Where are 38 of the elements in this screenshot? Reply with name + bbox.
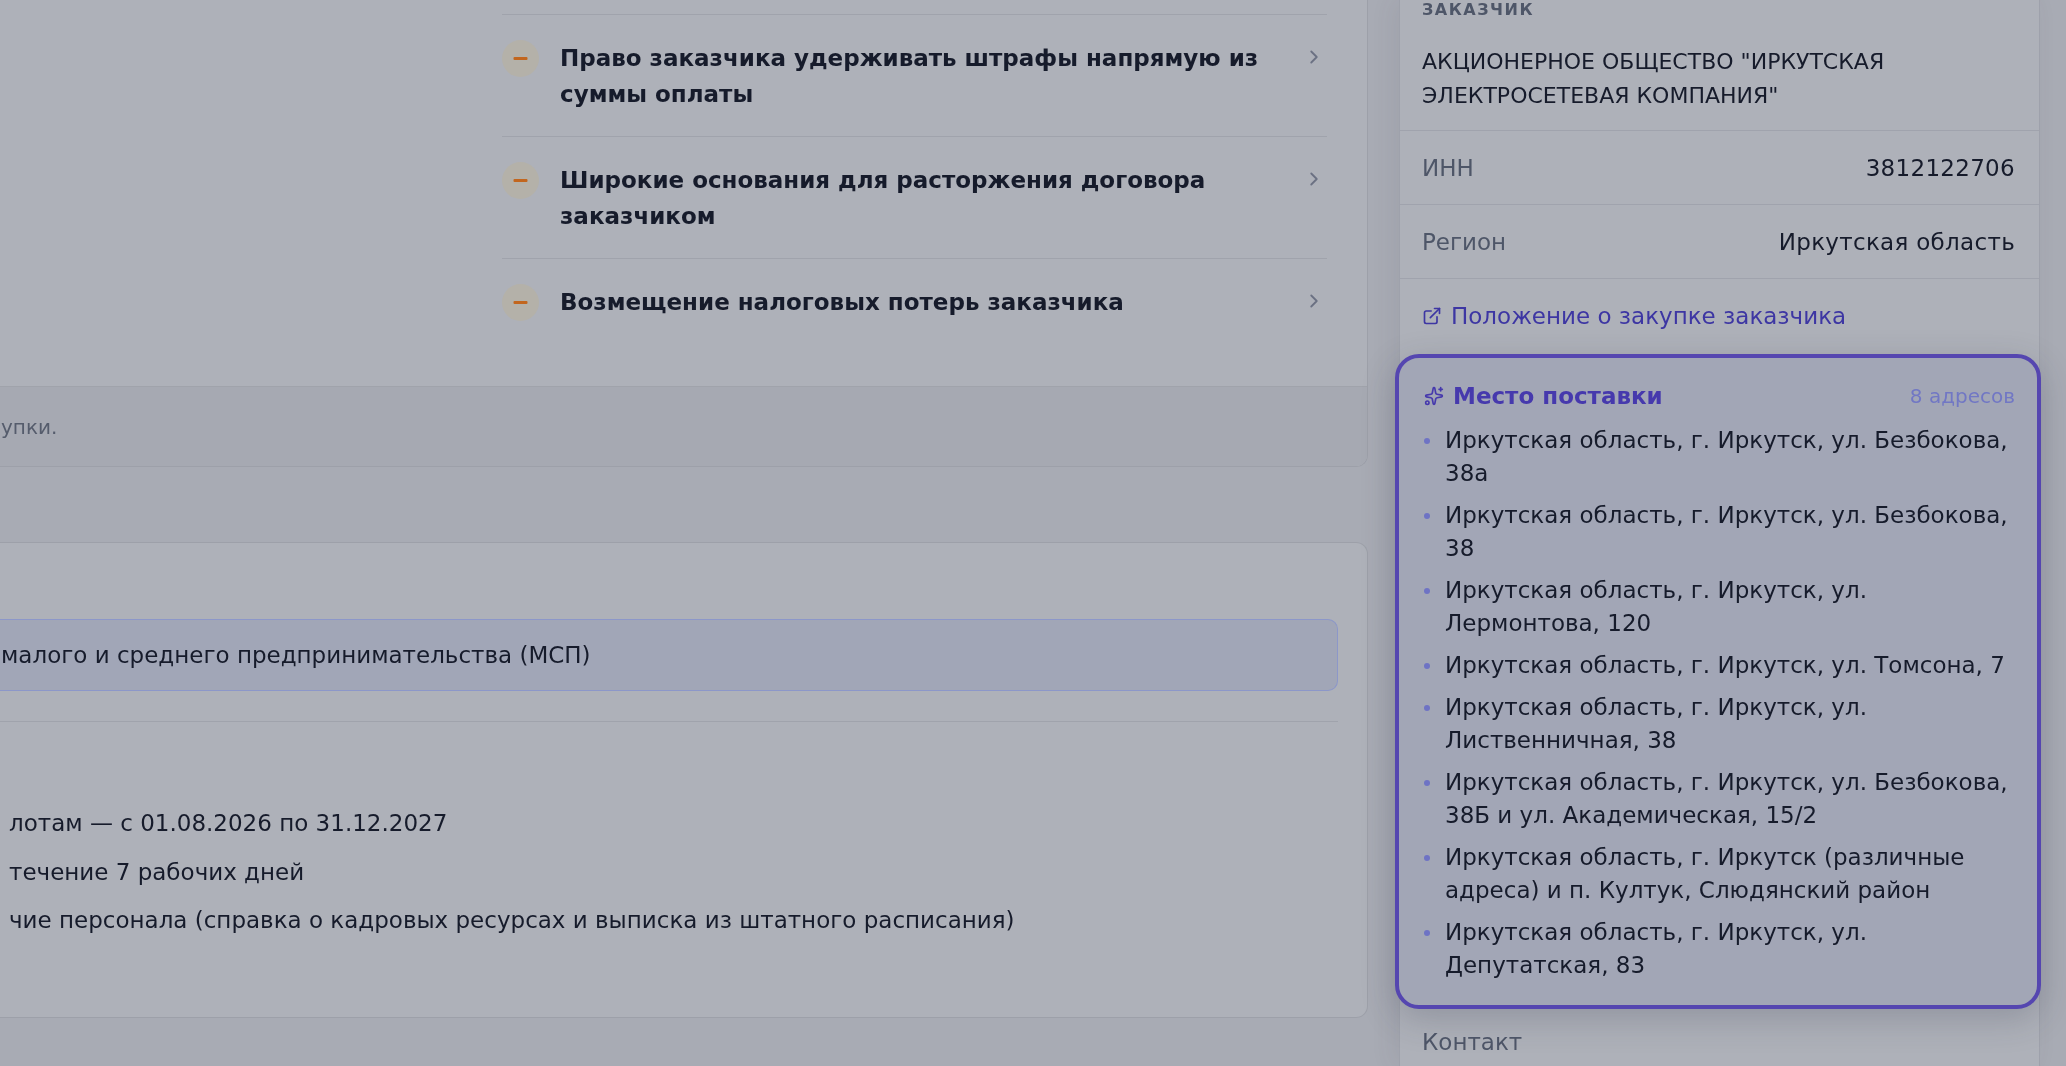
info-line: течение 7 рабочих дней [8, 857, 306, 887]
bullet-icon [1424, 855, 1430, 861]
address-text: Иркутская область, г. Иркутск, ул. Лермонтова, 120 [1445, 576, 1868, 638]
info-banner: малого и среднего предпринимательства (МСП) [0, 619, 1338, 691]
bullet-icon [1424, 780, 1430, 786]
address-text: Иркутская область, г. Иркутск, ул. Томсона, 7 [1445, 651, 2006, 680]
bullet-icon [1424, 588, 1430, 594]
field-value: 3812122706 [1865, 154, 2015, 181]
address-text: Иркутская область, г. Иркутск, ул. Безбокова, 38Б и ул. Академическая, 15/2 [1445, 768, 2009, 830]
field-value: Иркутская область [1778, 228, 2015, 255]
bullet-icon [1424, 705, 1430, 711]
address-text: Иркутская область, г. Иркутск, ул. Безбокова, 38а [1445, 426, 2009, 488]
risk-item[interactable]: Право заказчика удерживать штрафы напрямую из суммы оплаты [502, 14, 1327, 136]
minus-circle-icon [502, 284, 539, 321]
address-text: Иркутская область, г. Иркутск, ул. Лиственничная, 38 [1445, 693, 1868, 755]
bullet-icon [1424, 930, 1430, 936]
risk-item[interactable]: Широкие основания для расторжения договора заказчиком [502, 136, 1327, 258]
minus-circle-icon [502, 40, 539, 77]
regulation-link[interactable]: Положение о закупке заказчика [1422, 302, 1847, 329]
footnote-text: упки. [0, 414, 58, 439]
field-label: Контакт [1422, 1029, 1523, 1055]
delivery-title: Место поставки [1453, 382, 1663, 411]
company-name: АКЦИОНЕРНОЕ ОБЩЕСТВО "ИРКУТСКАЯ ЭЛЕКТРОСЕТЕВАЯ КОМПАНИЯ" [1422, 48, 1886, 110]
section-heading: ЗАКАЗЧИК [1422, 0, 1534, 19]
bullet-icon [1424, 663, 1430, 669]
field-label: Регион [1422, 228, 1507, 255]
minus-circle-icon [502, 162, 539, 199]
risk-item[interactable]: Возмещение налоговых потерь заказчика [502, 258, 1327, 345]
info-line: чие персонала (справка о кадровых ресурсах и выписка из штатного расписания) [8, 906, 1016, 935]
field-label: ИНН [1422, 154, 1474, 181]
external-link-icon [1422, 305, 1442, 326]
address-text: Иркутская область, г. Иркутск (различные адреса) и п. Култук, Слюдянский район [1445, 843, 1966, 905]
bullet-icon [1424, 438, 1430, 444]
address-text: Иркутская область, г. Иркутск, ул. Депутатская, 83 [1445, 918, 1868, 980]
bullet-icon [1424, 513, 1430, 519]
info-line: лотам — с 01.08.2026 по 31.12.2027 [8, 809, 449, 838]
address-text: Иркутская область, г. Иркутск, ул. Безбокова, 38 [1445, 501, 2009, 563]
sparkle-icon [1424, 386, 1444, 406]
